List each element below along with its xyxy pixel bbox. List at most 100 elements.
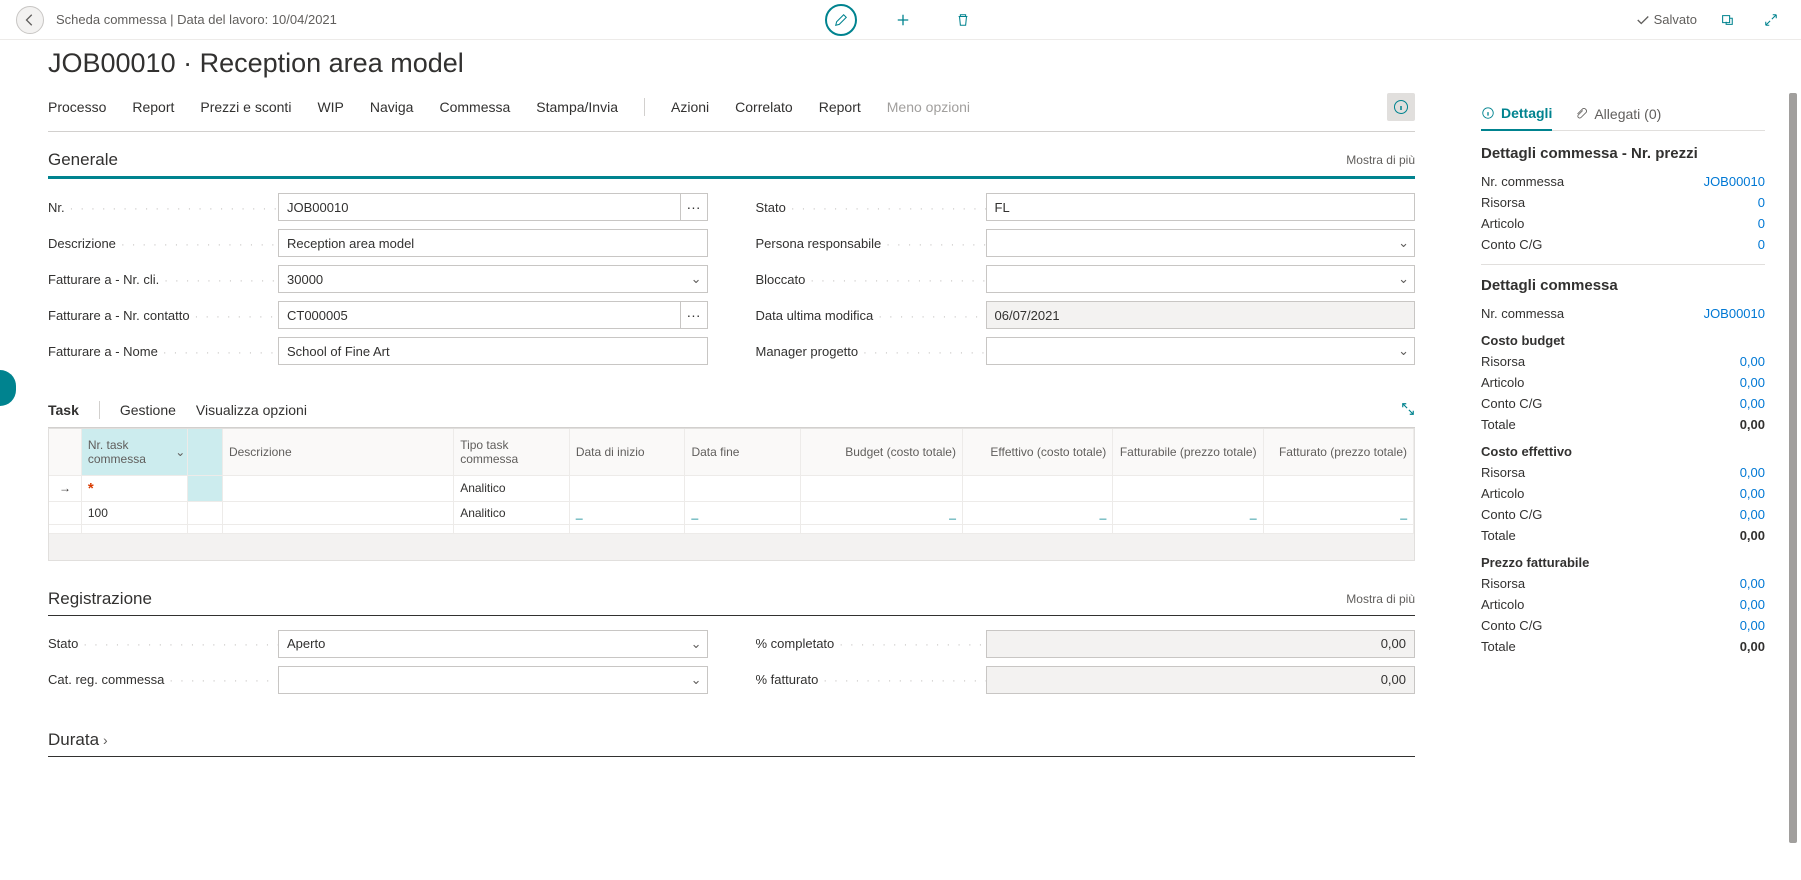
input-persona[interactable] — [986, 229, 1416, 257]
col-effettivo[interactable]: Effettivo (costo totale) — [962, 429, 1112, 475]
info-button[interactable] — [1387, 93, 1415, 121]
col-fatturato[interactable]: Fatturato (prezzo totale) — [1263, 429, 1413, 475]
input-fatturare-cli[interactable]: 30000 — [278, 265, 708, 293]
label-manager: Manager progetto — [756, 344, 986, 359]
fact-value[interactable]: 0,00 — [1740, 375, 1765, 390]
page-title: JOB00010 · Reception area model — [48, 48, 1753, 79]
fact-kv: Articolo0,00 — [1481, 597, 1765, 612]
top-bar: Scheda commessa | Data del lavoro: 10/04… — [0, 0, 1801, 40]
fact-value[interactable]: 0,00 — [1740, 507, 1765, 522]
main: Processo Report Prezzi e sconti WIP Navi… — [0, 93, 1463, 843]
label-pct-fatt: % fatturato — [756, 672, 986, 687]
tab-dettagli[interactable]: Dettagli — [1481, 105, 1552, 131]
section-durata-head[interactable]: Durata — [48, 730, 1415, 757]
fact-kv: Totale0,00 — [1481, 528, 1765, 543]
section-reg-head[interactable]: Registrazione Mostra di più — [48, 589, 1415, 616]
task-title[interactable]: Task — [48, 402, 79, 418]
fact-value[interactable]: 0,00 — [1740, 576, 1765, 591]
generale-show-more[interactable]: Mostra di più — [1346, 153, 1415, 167]
input-stato[interactable]: FL — [986, 193, 1416, 221]
col-inizio[interactable]: Data di inizio — [569, 429, 685, 475]
input-fatturare-nome[interactable]: School of Fine Art — [278, 337, 708, 365]
fact-value[interactable]: 0,00 — [1740, 354, 1765, 369]
back-button[interactable] — [16, 6, 44, 34]
contatto-lookup-button[interactable]: ··· — [680, 301, 708, 329]
fact-link[interactable]: 0 — [1758, 237, 1765, 252]
table-row[interactable] — [49, 524, 1414, 533]
task-bar: Task Gestione Visualizza opzioni — [48, 401, 1415, 428]
plus-icon — [896, 13, 910, 27]
col-budget[interactable]: Budget (costo totale) — [801, 429, 963, 475]
col-tipo[interactable]: Tipo task commessa — [454, 429, 570, 475]
fact-link[interactable]: 0 — [1758, 195, 1765, 210]
fact-value: 0,00 — [1740, 528, 1765, 543]
table-row[interactable]: →*Analitico — [49, 475, 1414, 501]
input-nr[interactable]: JOB00010 — [278, 193, 680, 221]
label-fatturare-cli: Fatturare a - Nr. cli. — [48, 272, 278, 287]
menu-wip[interactable]: WIP — [317, 99, 343, 115]
col-fine[interactable]: Data fine — [685, 429, 801, 475]
input-bloccato[interactable] — [986, 265, 1416, 293]
menu-stampa[interactable]: Stampa/Invia — [536, 99, 618, 115]
fact-value[interactable]: 0,00 — [1740, 597, 1765, 612]
fact-value[interactable]: 0,00 — [1740, 486, 1765, 501]
menu-commessa[interactable]: Commessa — [439, 99, 510, 115]
input-reg-stato[interactable]: Aperto — [278, 630, 708, 658]
label-stato: Stato — [756, 200, 986, 215]
task-opts[interactable]: Visualizza opzioni — [196, 402, 307, 418]
fact-kv: Risorsa0 — [1481, 195, 1765, 210]
input-manager[interactable] — [986, 337, 1416, 365]
table-row[interactable]: 100Analitico______ — [49, 501, 1414, 524]
fb2-nr-val[interactable]: JOB00010 — [1704, 306, 1765, 321]
popout-button[interactable] — [1713, 6, 1741, 34]
tab-allegati[interactable]: Allegati (0) — [1574, 105, 1661, 130]
saved-indicator: Salvato — [1636, 12, 1697, 27]
menu-report2[interactable]: Report — [819, 99, 861, 115]
center-actions — [825, 4, 977, 36]
input-ult-mod: 06/07/2021 — [986, 301, 1416, 329]
nr-lookup-button[interactable]: ··· — [680, 193, 708, 221]
col-filter[interactable] — [188, 429, 223, 475]
task-grid: Nr. task commessa⌄ Descrizione Tipo task… — [48, 428, 1415, 561]
edit-button[interactable] — [825, 4, 857, 36]
input-pct-fatt: 0,00 — [986, 666, 1416, 694]
fact-value[interactable]: 0,00 — [1740, 396, 1765, 411]
section-durata-title: Durata — [48, 730, 1415, 750]
menu-meno-opzioni[interactable]: Meno opzioni — [887, 99, 970, 115]
fact-kv: Risorsa0,00 — [1481, 576, 1765, 591]
fact-value: 0,00 — [1740, 639, 1765, 654]
col-descr[interactable]: Descrizione — [222, 429, 453, 475]
input-reg-cat[interactable] — [278, 666, 708, 694]
page-title-row: JOB00010 · Reception area model — [0, 40, 1801, 93]
input-descrizione[interactable]: Reception area model — [278, 229, 708, 257]
menu-processo[interactable]: Processo — [48, 99, 106, 115]
menu-report[interactable]: Report — [132, 99, 174, 115]
factbox1-title: Dettagli commessa - Nr. prezzi — [1481, 145, 1765, 162]
delete-button[interactable] — [949, 6, 977, 34]
col-task-no[interactable]: Nr. task commessa⌄ — [81, 429, 187, 475]
paperclip-icon — [1574, 107, 1588, 121]
task-maximize[interactable] — [1401, 402, 1415, 419]
section-generale-head[interactable]: Generale Mostra di più — [48, 150, 1415, 179]
fb2-nr: Nr. commessa JOB00010 — [1481, 306, 1765, 321]
input-fatturare-contatto[interactable]: CT000005 — [278, 301, 680, 329]
menu-naviga[interactable]: Naviga — [370, 99, 414, 115]
fact-link[interactable]: 0 — [1758, 216, 1765, 231]
menu-prezzi[interactable]: Prezzi e sconti — [200, 99, 291, 115]
menu-separator — [644, 98, 645, 116]
menu-correlato[interactable]: Correlato — [735, 99, 793, 115]
fact-link[interactable]: JOB00010 — [1704, 174, 1765, 189]
trash-icon — [956, 13, 970, 27]
fact-value[interactable]: 0,00 — [1740, 618, 1765, 633]
fact-kv: Conto C/G0 — [1481, 237, 1765, 252]
fact-value[interactable]: 0,00 — [1740, 465, 1765, 480]
fact-kv: Conto C/G0,00 — [1481, 618, 1765, 633]
new-button[interactable] — [889, 6, 917, 34]
reg-show-more[interactable]: Mostra di più — [1346, 592, 1415, 606]
generale-fields: Nr. JOB00010 ··· Descrizione Reception a… — [48, 193, 1415, 373]
factbox2-title: Dettagli commessa — [1481, 277, 1765, 294]
menu-azioni[interactable]: Azioni — [671, 99, 709, 115]
col-fatturabile[interactable]: Fatturabile (prezzo totale) — [1113, 429, 1263, 475]
task-gestione[interactable]: Gestione — [120, 402, 176, 418]
collapse-button[interactable] — [1757, 6, 1785, 34]
